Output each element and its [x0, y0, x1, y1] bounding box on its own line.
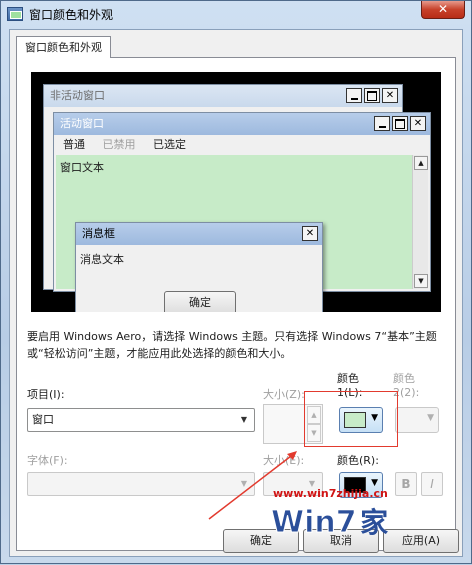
apply-button[interactable]: 应用(A): [383, 529, 459, 553]
watermark-logo: Win7 家: [271, 501, 389, 541]
watermark-logo-suffix: 家: [360, 506, 389, 539]
watermark-url: www.win7zhijia.cn: [273, 487, 388, 500]
tab-window-color[interactable]: 窗口颜色和外观: [16, 36, 111, 58]
annotation-arrow-icon: [208, 451, 297, 520]
dialog-window: 窗口颜色和外观 ✕ 窗口颜色和外观 非活动窗口 ✕ 活动窗口 ✕ 普通 已禁用 …: [0, 0, 472, 564]
watermark-logo-text: Win7: [271, 505, 358, 541]
